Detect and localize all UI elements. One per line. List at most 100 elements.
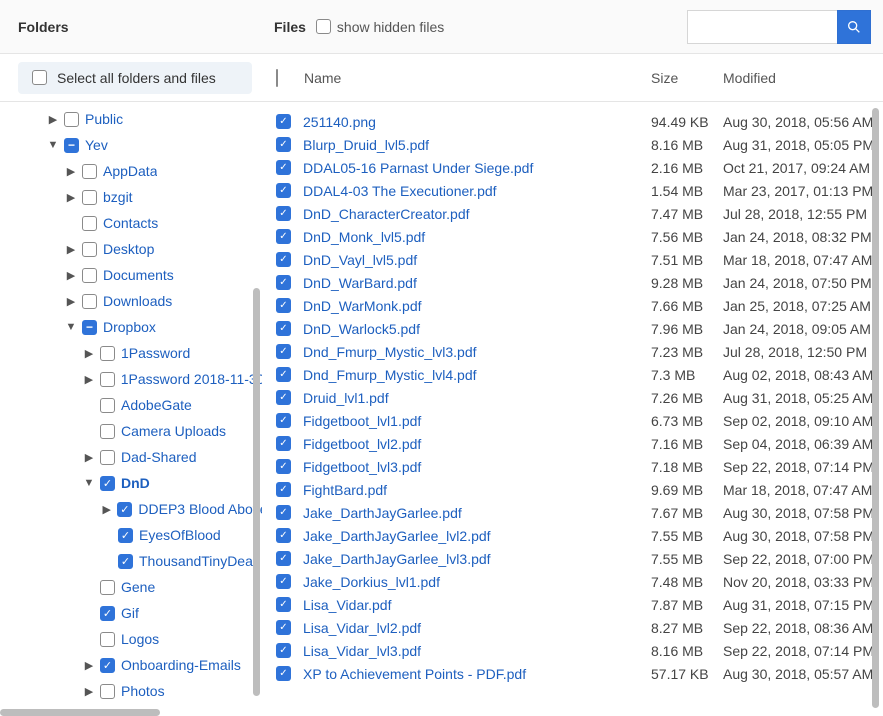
tree-item[interactable]: ▼−Dropbox (0, 314, 262, 340)
tree-item[interactable]: ✓EyesOfBlood (0, 522, 262, 548)
folder-checkbox[interactable]: ✓ (100, 476, 115, 491)
folder-checkbox[interactable]: ✓ (118, 554, 133, 569)
file-checkbox[interactable]: ✓ (276, 482, 291, 497)
file-name[interactable]: FightBard.pdf (303, 482, 651, 498)
tree-item[interactable]: Contacts (0, 210, 262, 236)
folder-checkbox[interactable] (82, 164, 97, 179)
folder-checkbox[interactable] (82, 190, 97, 205)
folder-checkbox[interactable]: − (82, 320, 97, 335)
file-name[interactable]: DnD_Warlock5.pdf (303, 321, 651, 337)
chevron-right-icon[interactable]: ▶ (64, 243, 78, 256)
tree-item[interactable]: ▶Documents (0, 262, 262, 288)
file-row[interactable]: ✓DnD_WarBard.pdf9.28 MBJan 24, 2018, 07:… (262, 271, 883, 294)
file-name[interactable]: Lisa_Vidar.pdf (303, 597, 651, 613)
file-checkbox[interactable]: ✓ (276, 229, 291, 244)
file-checkbox[interactable]: ✓ (276, 160, 291, 175)
file-row[interactable]: ✓DnD_Warlock5.pdf7.96 MBJan 24, 2018, 09… (262, 317, 883, 340)
file-row[interactable]: ✓Fidgetboot_lvl3.pdf7.18 MBSep 22, 2018,… (262, 455, 883, 478)
file-name[interactable]: DDAL4-03 The Executioner.pdf (303, 183, 651, 199)
tree-item[interactable]: ▶Downloads (0, 288, 262, 314)
folder-checkbox[interactable] (100, 372, 115, 387)
file-name[interactable]: Jake_DarthJayGarlee_lvl3.pdf (303, 551, 651, 567)
chevron-right-icon[interactable]: ▶ (64, 191, 78, 204)
folder-checkbox[interactable]: − (64, 138, 79, 153)
file-row[interactable]: ✓Blurp_Druid_lvl5.pdf8.16 MBAug 31, 2018… (262, 133, 883, 156)
folder-checkbox[interactable] (100, 398, 115, 413)
tree-item[interactable]: ▶✓DDEP3 Blood Above (0, 496, 262, 522)
file-name[interactable]: Dnd_Fmurp_Mystic_lvl4.pdf (303, 367, 651, 383)
chevron-right-icon[interactable]: ▶ (64, 269, 78, 282)
file-name[interactable]: DnD_Vayl_lvl5.pdf (303, 252, 651, 268)
chevron-right-icon[interactable]: ▶ (82, 659, 96, 672)
folder-checkbox[interactable] (100, 632, 115, 647)
file-checkbox[interactable]: ✓ (276, 298, 291, 313)
file-name[interactable]: DDAL05-16 Parnast Under Siege.pdf (303, 160, 651, 176)
chevron-down-icon[interactable]: ▼ (82, 477, 96, 489)
file-checkbox[interactable]: ✓ (276, 321, 291, 336)
chevron-right-icon[interactable]: ▶ (64, 295, 78, 308)
folder-checkbox[interactable]: ✓ (118, 528, 133, 543)
file-row[interactable]: ✓Jake_DarthJayGarlee_lvl3.pdf7.55 MBSep … (262, 547, 883, 570)
file-checkbox[interactable]: ✓ (276, 344, 291, 359)
tree-item[interactable]: Camera Uploads (0, 418, 262, 444)
file-row[interactable]: ✓Jake_DarthJayGarlee.pdf7.67 MBAug 30, 2… (262, 501, 883, 524)
tree-item[interactable]: ▶✓Onboarding-Emails (0, 652, 262, 678)
file-checkbox[interactable]: ✓ (276, 574, 291, 589)
file-name[interactable]: DnD_WarMonk.pdf (303, 298, 651, 314)
tree-item[interactable]: ✓Gif (0, 600, 262, 626)
file-checkbox[interactable]: ✓ (276, 252, 291, 267)
show-hidden-toggle[interactable]: show hidden files (316, 19, 444, 35)
file-row[interactable]: ✓Dnd_Fmurp_Mystic_lvl3.pdf7.23 MBJul 28,… (262, 340, 883, 363)
file-row[interactable]: ✓Dnd_Fmurp_Mystic_lvl4.pdf7.3 MBAug 02, … (262, 363, 883, 386)
file-row[interactable]: ✓DDAL4-03 The Executioner.pdf1.54 MBMar … (262, 179, 883, 202)
file-name[interactable]: Lisa_Vidar_lvl3.pdf (303, 643, 651, 659)
file-row[interactable]: ✓Druid_lvl1.pdf7.26 MBAug 31, 2018, 05:2… (262, 386, 883, 409)
col-header-size[interactable]: Size (651, 70, 723, 86)
chevron-right-icon[interactable]: ▶ (46, 113, 60, 126)
tree-horizontal-scrollbar[interactable] (0, 709, 160, 716)
chevron-right-icon[interactable]: ▶ (100, 503, 113, 516)
file-checkbox[interactable]: ✓ (276, 597, 291, 612)
file-row[interactable]: ✓251140.png94.49 KBAug 30, 2018, 05:56 A… (262, 110, 883, 133)
folder-checkbox[interactable] (82, 216, 97, 231)
tree-item[interactable]: Logos (0, 626, 262, 652)
file-checkbox[interactable]: ✓ (276, 367, 291, 382)
file-row[interactable]: ✓Lisa_Vidar.pdf7.87 MBAug 31, 2018, 07:1… (262, 593, 883, 616)
file-name[interactable]: Dnd_Fmurp_Mystic_lvl3.pdf (303, 344, 651, 360)
tree-item[interactable]: ▶Photos (0, 678, 262, 704)
chevron-right-icon[interactable]: ▶ (82, 685, 96, 698)
file-name[interactable]: Fidgetboot_lvl1.pdf (303, 413, 651, 429)
folder-checkbox[interactable] (100, 346, 115, 361)
file-checkbox[interactable]: ✓ (276, 390, 291, 405)
chevron-down-icon[interactable]: ▼ (64, 321, 78, 333)
folder-checkbox[interactable] (82, 242, 97, 257)
folder-checkbox[interactable] (100, 424, 115, 439)
file-checkbox[interactable]: ✓ (276, 666, 291, 681)
file-row[interactable]: ✓XP to Achievement Points - PDF.pdf57.17… (262, 662, 883, 685)
col-header-modified[interactable]: Modified (723, 70, 883, 86)
tree-item[interactable]: ▶Desktop (0, 236, 262, 262)
file-name[interactable]: Lisa_Vidar_lvl2.pdf (303, 620, 651, 636)
file-name[interactable]: 251140.png (303, 114, 651, 130)
file-name[interactable]: Druid_lvl1.pdf (303, 390, 651, 406)
folder-checkbox[interactable]: ✓ (117, 502, 132, 517)
chevron-right-icon[interactable]: ▶ (82, 347, 96, 360)
file-checkbox[interactable]: ✓ (276, 413, 291, 428)
file-name[interactable]: DnD_CharacterCreator.pdf (303, 206, 651, 222)
file-checkbox[interactable]: ✓ (276, 459, 291, 474)
file-row[interactable]: ✓DnD_Vayl_lvl5.pdf7.51 MBMar 18, 2018, 0… (262, 248, 883, 271)
folder-checkbox[interactable]: ✓ (100, 606, 115, 621)
file-checkbox[interactable]: ✓ (276, 643, 291, 658)
chevron-down-icon[interactable]: ▼ (46, 139, 60, 151)
tree-item[interactable]: ▶Public (0, 106, 262, 132)
file-name[interactable]: Jake_Dorkius_lvl1.pdf (303, 574, 651, 590)
tree-item[interactable]: AdobeGate (0, 392, 262, 418)
file-name[interactable]: XP to Achievement Points - PDF.pdf (303, 666, 651, 682)
folder-checkbox[interactable] (82, 294, 97, 309)
file-checkbox[interactable]: ✓ (276, 551, 291, 566)
folder-checkbox[interactable] (100, 684, 115, 699)
file-row[interactable]: ✓DDAL05-16 Parnast Under Siege.pdf2.16 M… (262, 156, 883, 179)
search-input[interactable] (687, 10, 837, 44)
file-name[interactable]: DnD_Monk_lvl5.pdf (303, 229, 651, 245)
file-checkbox[interactable]: ✓ (276, 114, 291, 129)
